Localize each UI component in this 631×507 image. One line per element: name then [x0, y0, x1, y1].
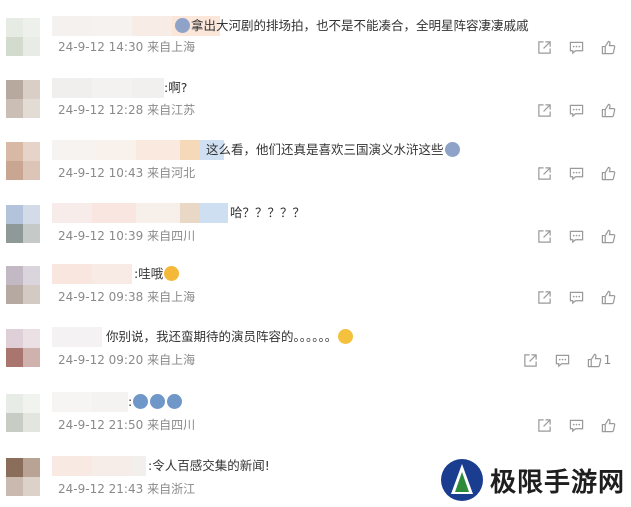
username-blurred[interactable] [52, 78, 164, 98]
watermark-text: 极限手游网 [490, 467, 626, 498]
share-icon[interactable] [528, 287, 560, 307]
thumbs-up-icon[interactable] [592, 100, 624, 120]
comment-text: :哇哦 [134, 264, 180, 284]
comment-meta: 24-9-12 09:38 来自上海 [58, 290, 196, 304]
comment-meta: 24-9-12 12:28 来自江苏 [58, 103, 196, 117]
avatar[interactable] [6, 266, 40, 304]
comment-actions [528, 226, 624, 246]
comment-actions [528, 287, 624, 307]
avatar[interactable] [6, 18, 40, 56]
comment-icon[interactable] [560, 226, 592, 246]
comment-icon[interactable] [560, 415, 592, 435]
avatar[interactable] [6, 205, 40, 243]
thumbs-up-icon[interactable] [592, 415, 624, 435]
comment-icon[interactable] [560, 287, 592, 307]
watermark: 极限手游网 [440, 458, 625, 502]
comment-meta: 24-9-12 09:20 来自上海 [58, 353, 196, 367]
face-emoji [133, 394, 149, 409]
thumbs-up-icon[interactable] [592, 37, 624, 57]
comment-text: : [128, 392, 183, 412]
comment-icon[interactable] [560, 100, 592, 120]
avatar[interactable] [6, 394, 40, 432]
comment-actions: 1 [514, 350, 620, 370]
share-icon[interactable] [528, 37, 560, 57]
comment-meta: 24-9-12 10:39 来自四川 [58, 229, 196, 243]
username-blurred[interactable] [52, 456, 146, 476]
username-blurred[interactable] [52, 140, 224, 160]
face-emoji [150, 394, 166, 409]
avatar[interactable] [6, 458, 40, 496]
comment-text: 拿出大河剧的排场拍，也不是不能凑合，全明星阵容凄凄戚戚 [174, 16, 529, 36]
comment-text: 你别说，我还蛮期待的演员阵容的。。。。。。 [106, 327, 354, 347]
avatar[interactable] [6, 142, 40, 180]
site-logo-icon [441, 459, 483, 501]
wow-face-emoji [164, 266, 180, 281]
comment-meta: 24-9-12 21:50 来自四川 [58, 418, 196, 432]
face-emoji [167, 394, 183, 409]
username-blurred[interactable] [52, 264, 132, 284]
like-button[interactable]: 1 [578, 350, 620, 370]
surprised-face-emoji [175, 18, 190, 33]
thumbs-up-icon[interactable] [592, 226, 624, 246]
thumbs-up-icon[interactable] [592, 163, 624, 183]
avatar[interactable] [6, 80, 40, 118]
comment-text: 哈？？？？？ [230, 205, 306, 220]
comment-icon[interactable] [560, 163, 592, 183]
comment-text: :令人百感交集的新闻! [148, 458, 270, 473]
comment-meta: 24-9-12 10:43 来自河北 [58, 166, 196, 180]
share-icon[interactable] [528, 226, 560, 246]
avatar[interactable] [6, 329, 40, 367]
comment-meta: 24-9-12 21:43 来自浙江 [58, 482, 196, 496]
laughing-face-emoji [338, 329, 354, 344]
comment-actions [528, 163, 624, 183]
comment-actions [528, 37, 624, 57]
comment-icon[interactable] [546, 350, 578, 370]
comment-icon[interactable] [560, 37, 592, 57]
thumbs-up-icon [587, 353, 602, 367]
share-icon[interactable] [514, 350, 546, 370]
username-blurred[interactable] [52, 392, 128, 412]
surprised-face-emoji [444, 142, 460, 157]
comment-actions [528, 415, 624, 435]
share-icon[interactable] [528, 415, 560, 435]
username-blurred[interactable] [52, 203, 228, 223]
thumbs-up-icon[interactable] [592, 287, 624, 307]
share-icon[interactable] [528, 163, 560, 183]
comment-actions [528, 100, 624, 120]
like-count: 1 [603, 353, 612, 367]
comment-meta: 24-9-12 14:30 来自上海 [58, 40, 196, 54]
username-blurred[interactable] [52, 327, 102, 347]
comment-text: :啊? [164, 80, 188, 95]
share-icon[interactable] [528, 100, 560, 120]
comment-text: 这么看，他们还真是喜欢三国演义水浒这些 [206, 140, 461, 160]
